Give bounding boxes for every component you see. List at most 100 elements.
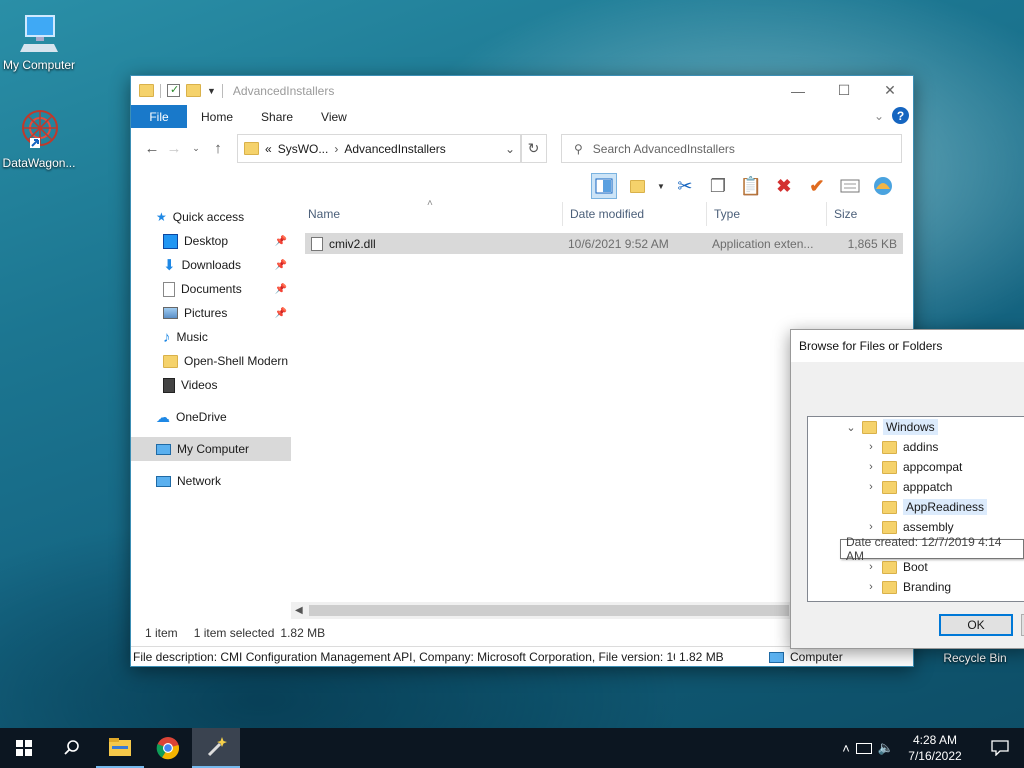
column-type[interactable]: Type xyxy=(707,202,827,226)
nav-item-music[interactable]: ♪ Music xyxy=(131,325,291,349)
selected-count: 1 item selected xyxy=(193,626,275,640)
documents-icon xyxy=(163,281,175,297)
nav-quick-access[interactable]: ★ Quick access xyxy=(131,205,291,229)
column-size[interactable]: Size xyxy=(827,202,905,226)
volume-icon[interactable]: 🔈 xyxy=(878,740,894,756)
tree-item-apppatch[interactable]: › apppatch xyxy=(866,477,952,497)
taskbar-file-explorer[interactable] xyxy=(96,728,144,768)
forward-button[interactable]: → xyxy=(163,140,185,157)
ok-button[interactable]: OK xyxy=(939,614,1013,636)
dialog-title: Browse for Files or Folders xyxy=(791,330,1024,362)
pin-icon[interactable]: 📌 xyxy=(275,260,287,271)
properties-icon[interactable]: ✓ xyxy=(167,84,180,97)
tab-home[interactable]: Home xyxy=(187,105,247,128)
tree-item-appreadiness[interactable]: AppReadiness xyxy=(866,497,988,517)
cut-icon[interactable]: ✂ xyxy=(672,173,698,199)
maximize-button[interactable]: ☐ xyxy=(821,76,867,105)
pin-icon[interactable]: 📌 xyxy=(275,284,287,295)
tree-item-assembly[interactable]: › assembly xyxy=(866,517,954,537)
address-bar[interactable]: « SysWO... › AdvancedInstallers ⌄ xyxy=(237,134,522,163)
nav-item-open-shell[interactable]: Open-Shell Modern xyxy=(131,349,291,373)
nav-label: Videos xyxy=(181,378,218,392)
nav-item-downloads[interactable]: ⬇ Downloads 📌 xyxy=(131,253,291,277)
taskbar-installer-wizard[interactable] xyxy=(192,728,240,768)
column-date[interactable]: Date modified xyxy=(563,202,707,226)
nav-onedrive[interactable]: ☁ OneDrive xyxy=(131,405,291,429)
chevron-down-icon[interactable]: ⌄ xyxy=(505,142,521,156)
start-button[interactable] xyxy=(0,728,48,768)
notifications-icon[interactable] xyxy=(976,740,1024,756)
pin-icon[interactable]: 📌 xyxy=(275,236,287,247)
breadcrumb-overflow[interactable]: « xyxy=(265,142,272,156)
tree-item-appcompat[interactable]: › appcompat xyxy=(866,457,962,477)
address-row: ← → ⌄ ↑ « SysWO... › AdvancedInstallers … xyxy=(131,128,913,168)
network-icon[interactable] xyxy=(855,742,872,754)
taskbar-chrome[interactable] xyxy=(144,728,192,768)
tree-label: Branding xyxy=(903,580,952,594)
tree-item-windows[interactable]: ⌄ Windows xyxy=(846,417,938,437)
clock[interactable]: 4:28 AM 7/16/2022 xyxy=(900,732,970,764)
expand-ribbon-icon[interactable]: ⌄ xyxy=(874,109,884,123)
up-button[interactable]: ↑ xyxy=(207,140,229,157)
pin-icon[interactable]: 📌 xyxy=(275,308,287,319)
nav-label: My Computer xyxy=(177,442,250,456)
customize-qa-icon[interactable]: ▼ xyxy=(207,86,216,96)
scroll-left-icon[interactable]: ◀ xyxy=(291,605,303,616)
breadcrumb-parent[interactable]: SysWO... xyxy=(278,142,329,156)
nav-item-pictures[interactable]: Pictures 📌 xyxy=(131,301,291,325)
help-icon[interactable]: ? xyxy=(892,107,909,124)
system-tray: ˄ 🔈 4:28 AM 7/16/2022 xyxy=(842,728,1024,768)
tree-item-branding[interactable]: › Branding xyxy=(866,577,951,597)
scrollbar-thumb[interactable] xyxy=(309,605,789,616)
chevron-right-icon[interactable]: › xyxy=(334,142,338,156)
file-name: cmiv2.dll xyxy=(329,236,376,251)
window-controls: — ☐ ✕ xyxy=(775,76,913,105)
minimize-button[interactable]: — xyxy=(775,76,821,105)
preview-pane-icon[interactable] xyxy=(591,173,617,199)
open-shell-icon[interactable] xyxy=(870,173,896,199)
nav-item-desktop[interactable]: Desktop 📌 xyxy=(131,229,291,253)
paste-icon[interactable]: 📋 xyxy=(738,173,764,199)
chevron-right-icon[interactable]: › xyxy=(866,441,876,453)
properties-icon[interactable] xyxy=(837,173,863,199)
breadcrumb-current[interactable]: AdvancedInstallers xyxy=(344,142,445,156)
refresh-button[interactable]: ↻ xyxy=(520,134,547,163)
description-bar: File description: CMI Configuration Mana… xyxy=(131,646,915,667)
delete-icon[interactable]: ✖ xyxy=(771,173,797,199)
chevron-down-icon[interactable]: ⌄ xyxy=(846,421,856,434)
folder-tree[interactable]: ⌄ Windows › addins › appcompat › apppatc… xyxy=(807,416,1024,602)
rename-check-icon[interactable]: ✔ xyxy=(804,173,830,199)
dropdown-icon[interactable]: ▼ xyxy=(657,182,665,191)
folder-icon xyxy=(882,580,897,594)
desktop-icon-my-computer[interactable]: My Computer xyxy=(0,10,81,72)
nav-item-documents[interactable]: Documents 📌 xyxy=(131,277,291,301)
close-button[interactable]: ✕ xyxy=(867,76,913,105)
chevron-right-icon[interactable]: › xyxy=(866,481,876,493)
tab-file[interactable]: File xyxy=(131,105,187,128)
desktop-icon-recycle-bin[interactable]: Recycle Bin xyxy=(933,651,1017,665)
nav-network[interactable]: Network xyxy=(131,469,291,493)
recent-locations-button[interactable]: ⌄ xyxy=(185,143,207,154)
desktop-icon-label: Recycle Bin xyxy=(943,651,1007,665)
copy-icon[interactable]: ❐ xyxy=(705,173,731,199)
chevron-right-icon[interactable]: › xyxy=(866,521,876,533)
tab-view[interactable]: View xyxy=(307,105,361,128)
nav-label: Open-Shell Modern xyxy=(184,354,289,368)
desktop-icon-datawagon[interactable]: DataWagon... xyxy=(0,108,81,170)
file-row[interactable]: cmiv2.dll 10/6/2021 9:52 AM Application … xyxy=(305,233,903,254)
search-input[interactable]: ⚲ Search AdvancedInstallers xyxy=(561,134,902,163)
show-hidden-icons[interactable]: ˄ xyxy=(842,741,850,756)
tree-item-addins[interactable]: › addins xyxy=(866,437,938,457)
file-explorer-icon xyxy=(109,738,131,756)
folder-icon xyxy=(882,520,897,534)
chevron-right-icon[interactable]: › xyxy=(866,461,876,473)
tab-share[interactable]: Share xyxy=(247,105,307,128)
new-folder-icon[interactable] xyxy=(186,84,201,97)
chevron-right-icon[interactable]: › xyxy=(866,581,876,593)
column-name[interactable]: Name xyxy=(301,202,563,226)
nav-item-videos[interactable]: Videos xyxy=(131,373,291,397)
search-button[interactable] xyxy=(48,728,96,768)
nav-my-computer[interactable]: My Computer xyxy=(131,437,291,461)
new-folder-icon[interactable] xyxy=(624,173,650,199)
back-button[interactable]: ← xyxy=(141,140,163,157)
